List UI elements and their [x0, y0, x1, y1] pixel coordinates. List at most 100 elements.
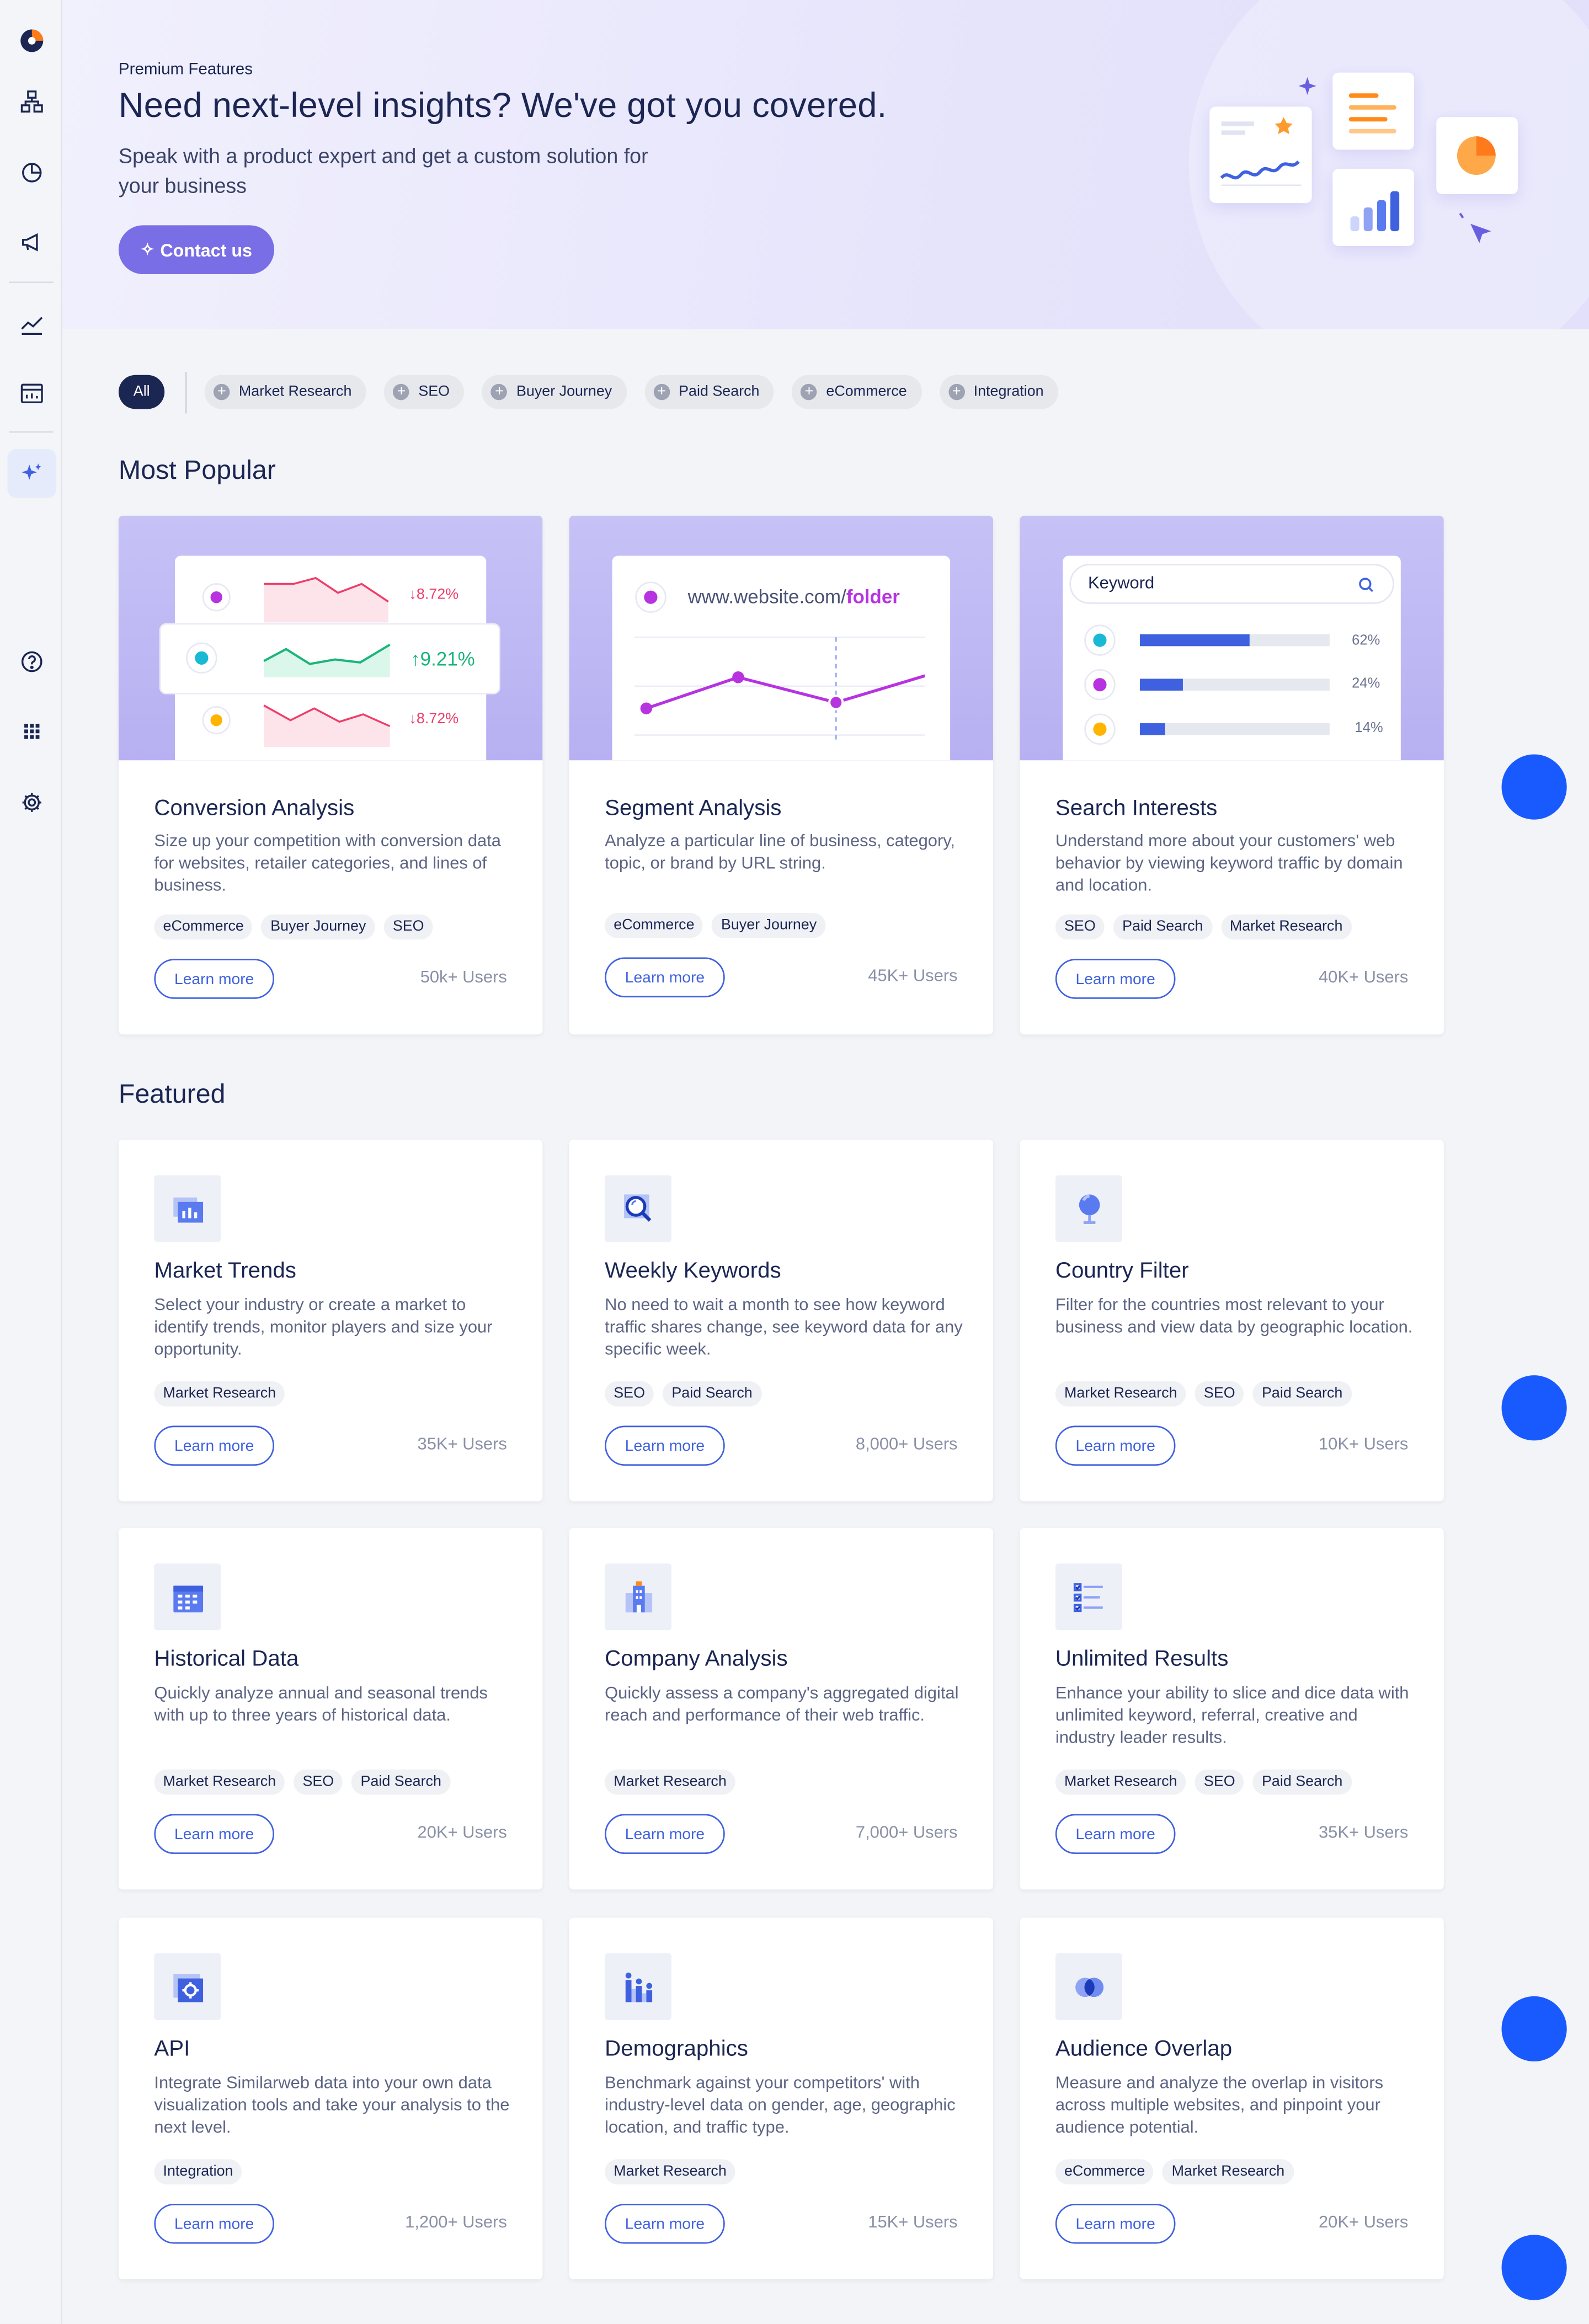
card-description: No need to wait a month to see how keywo… — [605, 1296, 963, 1359]
tag: Market Research — [605, 1769, 735, 1795]
featured-card[interactable]: Historical Data Quickly analyze annual a… — [118, 1527, 543, 1890]
floating-action-button[interactable] — [1501, 1375, 1567, 1441]
help-icon[interactable] — [7, 637, 56, 686]
card-title: Historical Data — [154, 1646, 299, 1672]
card-title: Weekly Keywords — [605, 1258, 781, 1284]
sidebar-divider — [9, 431, 54, 433]
dashboard-icon[interactable] — [7, 369, 56, 418]
trend-value: ↑9.21% — [410, 648, 475, 670]
plus-icon: + — [393, 383, 410, 400]
learn-more-button[interactable]: Learn more — [154, 959, 275, 999]
tag: Paid Search — [351, 1769, 451, 1795]
keyword-search-icon — [605, 1175, 672, 1242]
hierarchy-icon[interactable] — [7, 77, 56, 126]
trend-icon[interactable] — [7, 300, 56, 349]
learn-more-button[interactable]: Learn more — [605, 2203, 725, 2244]
filter-chip[interactable]: + SEO — [384, 375, 465, 409]
tag: eCommerce — [154, 914, 253, 940]
learn-more-button[interactable]: Learn more — [605, 957, 725, 998]
sparkle-icon — [1298, 77, 1316, 95]
card-description: Quickly assess a company's aggregated di… — [605, 1685, 959, 1725]
tag: Paid Search — [1113, 914, 1212, 940]
pie-card-icon — [1436, 117, 1518, 194]
tag: Buyer Journey — [712, 912, 826, 938]
user-count: 10K+ Users — [1318, 1436, 1409, 1454]
logo-icon[interactable] — [7, 17, 56, 66]
learn-more-button[interactable]: Learn more — [1055, 2203, 1176, 2244]
user-count: 40K+ Users — [1318, 969, 1409, 987]
card-title: Market Trends — [154, 1258, 296, 1284]
card-description: Quickly analyze annual and seasonal tren… — [154, 1685, 488, 1725]
user-count: 35K+ Users — [1318, 1824, 1409, 1842]
floating-action-button[interactable] — [1501, 2235, 1567, 2300]
tag: Paid Search — [1252, 1381, 1352, 1407]
floating-action-button[interactable] — [1501, 1996, 1567, 2062]
overlap-circles-icon — [1055, 1953, 1122, 2020]
filter-chip[interactable]: + eCommerce — [792, 375, 922, 409]
filter-all[interactable]: All — [118, 375, 165, 409]
card-description: Analyze a particular line of business, c… — [605, 832, 956, 873]
filter-chip[interactable]: + Buyer Journey — [482, 375, 627, 409]
trend-value: ↓8.72% — [409, 586, 459, 603]
featured-card[interactable]: Unlimited Results Enhance your ability t… — [1020, 1527, 1444, 1890]
popular-card-conversion[interactable]: ↓8.72% ↑9.21% ↓8.72% Conversion Analysis… — [118, 515, 543, 1035]
tag: SEO — [294, 1769, 343, 1795]
featured-card[interactable]: Country Filter Filter for the countries … — [1020, 1139, 1444, 1502]
user-count: 20K+ Users — [417, 1824, 507, 1842]
cursor-icon — [1459, 212, 1491, 243]
featured-card[interactable]: Market Trends Select your industry or cr… — [118, 1139, 543, 1502]
featured-card[interactable]: Audience Overlap Measure and analyze the… — [1020, 1917, 1444, 2279]
contact-us-button[interactable]: ✧ Contact us — [118, 225, 275, 275]
learn-more-button[interactable]: Learn more — [1055, 1425, 1176, 1466]
hero-kicker: Premium Features — [118, 61, 253, 79]
filter-label: SEO — [418, 383, 450, 400]
filter-chip[interactable]: + Paid Search — [644, 375, 775, 409]
learn-more-button[interactable]: Learn more — [1055, 959, 1176, 999]
segment-illustration: www.website.com/folder — [569, 515, 994, 761]
plus-icon: + — [653, 383, 670, 400]
filter-label: Market Research — [238, 383, 352, 400]
list-card-icon — [1332, 72, 1415, 150]
settings-icon[interactable] — [7, 778, 56, 827]
card-description: Filter for the countries most relevant t… — [1055, 1296, 1413, 1337]
tag: Paid Search — [1252, 1769, 1352, 1795]
sparkle-icon: ✧ — [140, 241, 154, 260]
sidebar — [0, 0, 62, 2324]
user-count: 15K+ Users — [868, 2214, 958, 2232]
apps-grid-icon[interactable] — [7, 707, 56, 756]
learn-more-button[interactable]: Learn more — [154, 1814, 275, 1854]
checklist-icon — [1055, 1563, 1122, 1631]
url-highlight: folder — [846, 585, 900, 608]
popular-card-segment[interactable]: www.website.com/folder Segment Analysis … — [569, 515, 994, 1035]
learn-more-button[interactable]: Learn more — [1055, 1814, 1176, 1854]
bar-label: 24% — [1352, 676, 1380, 692]
card-description: Select your industry or create a market … — [154, 1296, 493, 1359]
bar-label: 62% — [1352, 633, 1380, 649]
url-text: www.website.com/folder — [688, 585, 900, 607]
pie-chart-icon[interactable] — [7, 148, 56, 197]
floating-action-button[interactable] — [1501, 754, 1567, 820]
filter-chip[interactable]: + Market Research — [205, 375, 367, 409]
featured-card[interactable]: Demographics Benchmark against your comp… — [569, 1917, 994, 2279]
filter-chip[interactable]: + Integration — [939, 375, 1059, 409]
megaphone-icon[interactable] — [7, 218, 56, 267]
popular-card-search-interests[interactable]: Keyword 62% 24% 14% Search Interests Und… — [1020, 515, 1444, 1035]
card-tags: Market Research — [605, 1769, 735, 1795]
most-popular-heading: Most Popular — [118, 455, 276, 485]
plus-icon: + — [948, 383, 965, 400]
card-tags: eCommerce Buyer Journey SEO — [154, 914, 433, 940]
learn-more-button[interactable]: Learn more — [154, 1425, 275, 1466]
learn-more-button[interactable]: Learn more — [605, 1814, 725, 1854]
featured-card[interactable]: API Integrate Similarweb data into your … — [118, 1917, 543, 2279]
user-count: 7,000+ Users — [855, 1824, 958, 1842]
learn-more-button[interactable]: Learn more — [154, 2203, 275, 2244]
user-count: 50k+ Users — [420, 969, 507, 987]
bar-label: 14% — [1355, 720, 1383, 737]
featured-card[interactable]: Weekly Keywords No need to wait a month … — [569, 1139, 994, 1502]
sparkle-icon[interactable] — [7, 449, 57, 498]
learn-more-button[interactable]: Learn more — [605, 1425, 725, 1466]
featured-card[interactable]: Company Analysis Quickly assess a compan… — [569, 1527, 994, 1890]
plus-icon: + — [801, 383, 818, 400]
sidebar-divider — [9, 281, 54, 284]
user-count: 20K+ Users — [1318, 2214, 1409, 2232]
